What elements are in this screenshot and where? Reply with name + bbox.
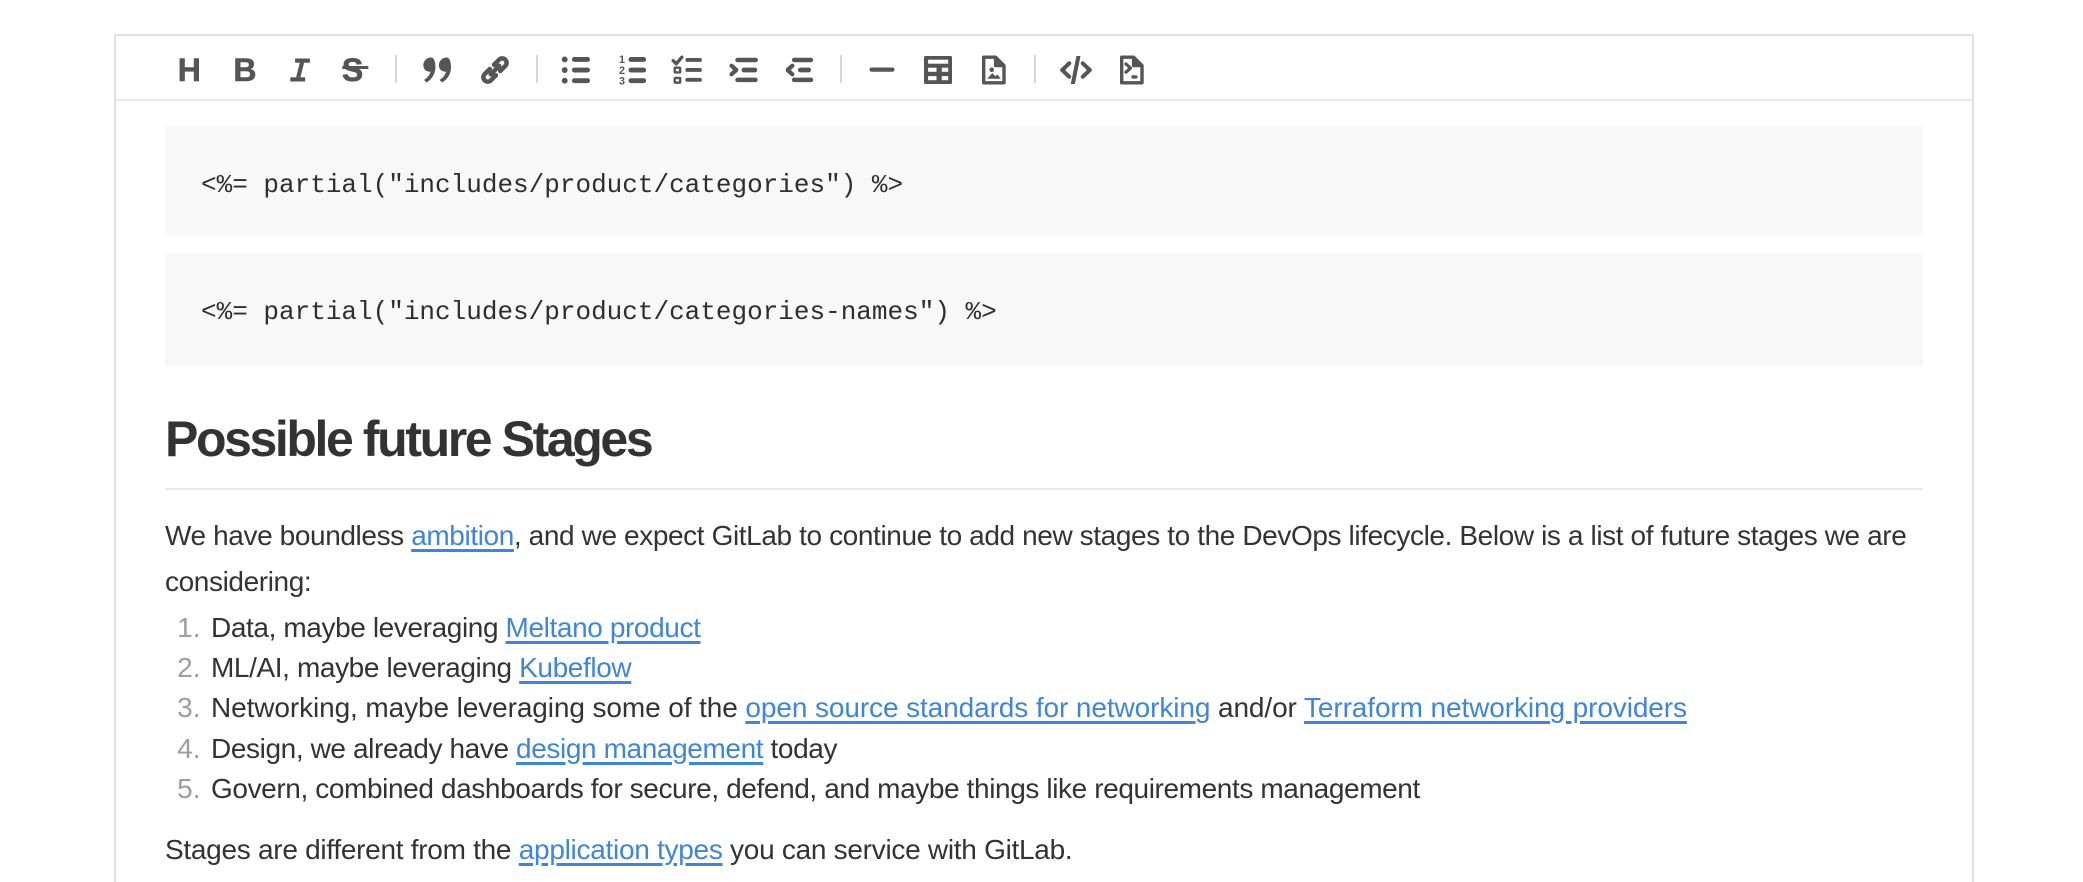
svg-text:3: 3 [619, 75, 625, 85]
